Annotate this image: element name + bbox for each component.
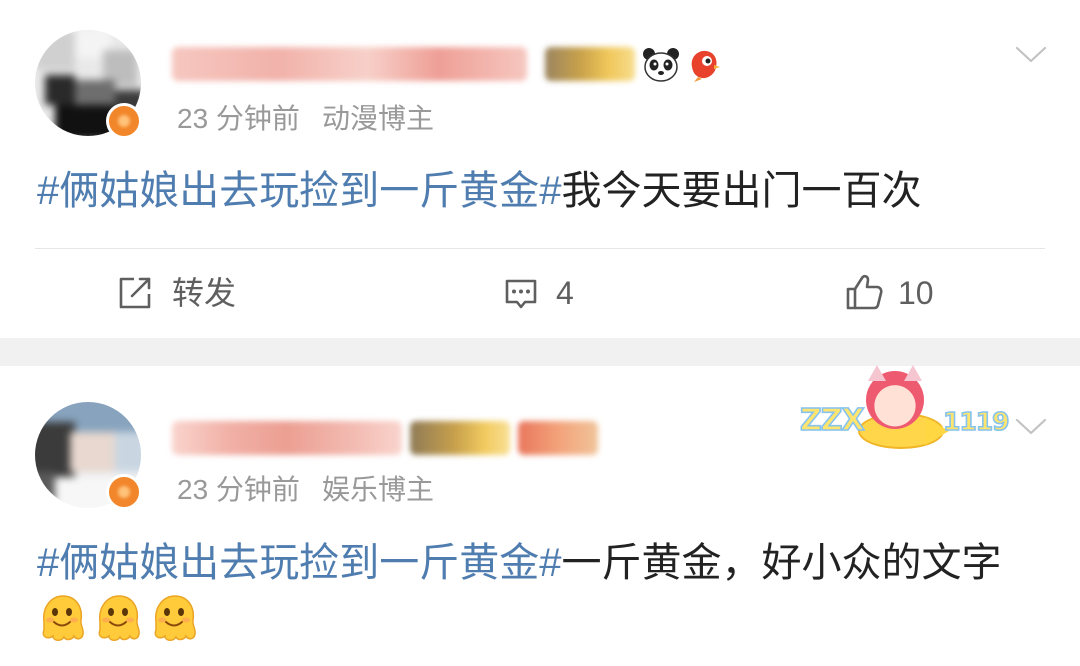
repost-label: 转发	[172, 275, 237, 311]
vip-crown-badge	[410, 421, 510, 455]
post-text: #俩姑娘出去玩捡到一斤黄金#一斤黄金，好小众的文字	[37, 535, 1047, 591]
author-role: 娱乐博主	[321, 474, 434, 505]
divider	[35, 248, 1045, 249]
post-meta: 23 分钟前 动漫博主	[177, 99, 434, 139]
cat-ear-shape	[868, 365, 886, 381]
panda-icon	[643, 48, 679, 82]
melting-face-icon	[42, 595, 84, 641]
comment-count: 4	[556, 275, 574, 311]
decoration-left-text: ZZX	[799, 402, 865, 439]
chevron-down-icon[interactable]	[1015, 418, 1047, 436]
like-icon	[846, 274, 883, 310]
repost-icon	[119, 277, 151, 309]
decoration-right-text: 1119	[942, 406, 1010, 437]
melting-face-icon	[154, 595, 196, 641]
topic-link[interactable]: #俩姑娘出去玩捡到一斤黄金#	[37, 169, 562, 213]
chevron-down-icon[interactable]	[1015, 46, 1047, 64]
melting-face-icon	[98, 595, 140, 641]
like-count: 10	[898, 275, 934, 311]
verified-badge-icon	[106, 474, 142, 510]
post-time: 23 分钟前	[177, 474, 300, 505]
fan-badge	[518, 421, 598, 455]
red-bird-icon	[691, 50, 720, 82]
username-blurred[interactable]	[172, 47, 527, 81]
verified-badge-icon	[106, 103, 142, 139]
fan-decoration-card: ZZX 1119	[799, 365, 1010, 453]
comment-icon	[505, 279, 537, 309]
topic-link[interactable]: #俩姑娘出去玩捡到一斤黄金#	[37, 541, 562, 585]
weibo-feed: 23 分钟前动漫博主 #俩姑娘出去玩捡到一斤黄金#我今天要出门一百次 转发 4	[0, 0, 1080, 666]
post-separator	[0, 338, 1080, 366]
cat-ear-shape	[904, 365, 922, 381]
post-time: 23 分钟前	[177, 103, 300, 134]
post-text: #俩姑娘出去玩捡到一斤黄金#我今天要出门一百次	[37, 163, 1047, 219]
vip-crown-badge	[545, 47, 635, 81]
post-meta: 23 分钟前 娱乐博主	[177, 470, 434, 510]
post-body: 我今天要出门一百次	[561, 169, 922, 213]
username-blurred[interactable]	[172, 421, 402, 455]
post-body: 一斤黄金，好小众的文字	[561, 541, 1002, 585]
author-role: 动漫博主	[321, 103, 434, 134]
